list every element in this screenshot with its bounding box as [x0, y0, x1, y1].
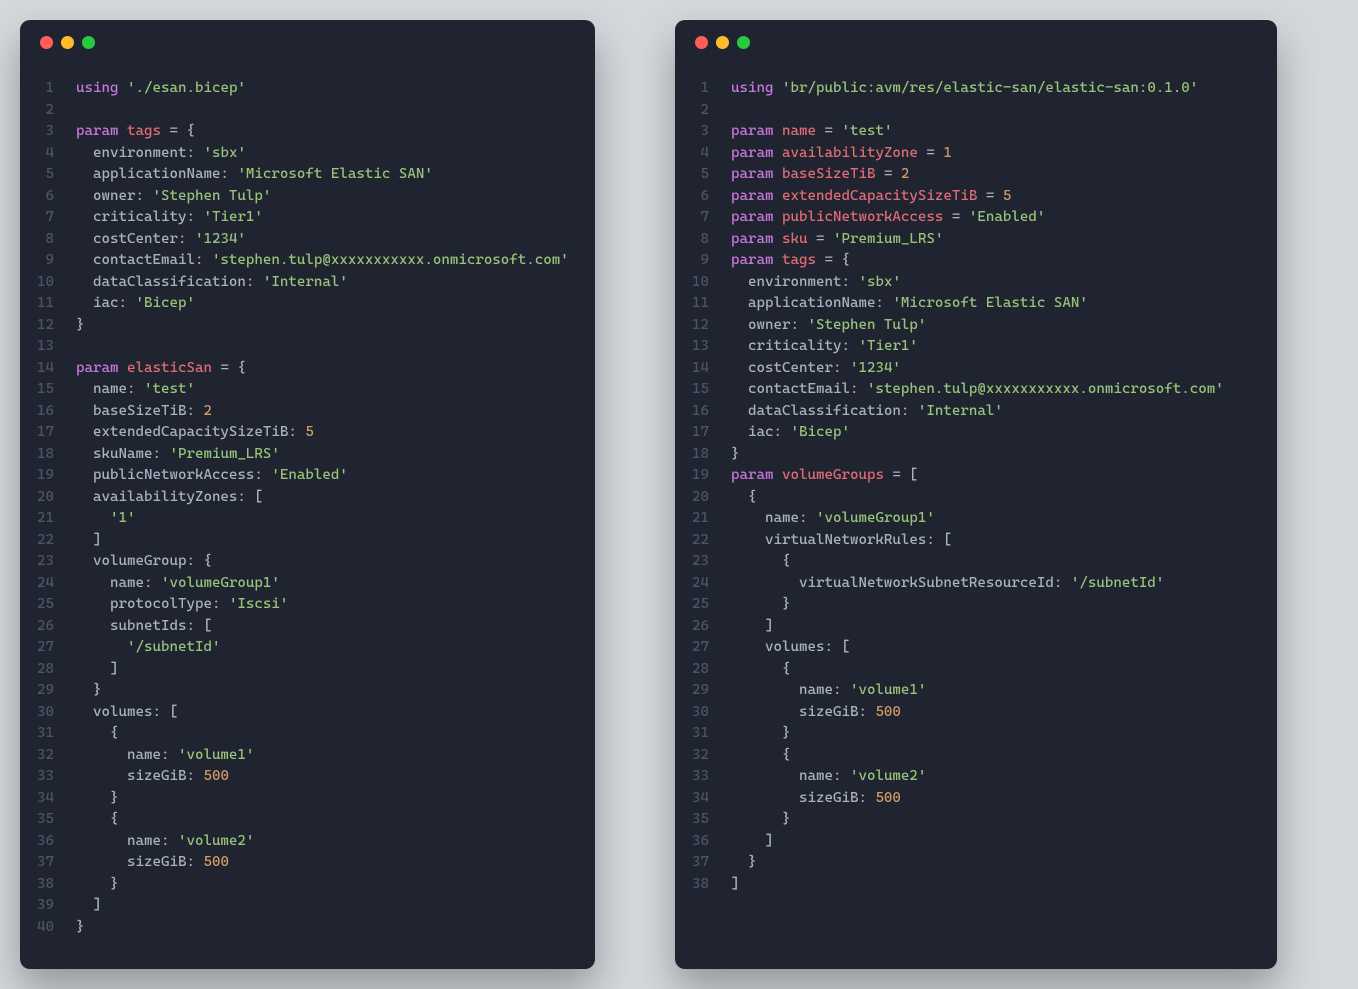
code-window-left: 1 2 3 4 5 6 7 8 9 10 11 12 13 14 15 16 1…: [20, 20, 595, 969]
maximize-icon[interactable]: [737, 36, 750, 49]
code-content[interactable]: using 'br/public:avm/res/elastic-san/ela…: [731, 78, 1224, 895]
maximize-icon[interactable]: [82, 36, 95, 49]
code-window-right: 1 2 3 4 5 6 7 8 9 10 11 12 13 14 15 16 1…: [675, 20, 1277, 969]
close-icon[interactable]: [695, 36, 708, 49]
minimize-icon[interactable]: [61, 36, 74, 49]
minimize-icon[interactable]: [716, 36, 729, 49]
code-content[interactable]: using './esan.bicep' param tags = { envi…: [76, 78, 569, 938]
line-number-gutter: 1 2 3 4 5 6 7 8 9 10 11 12 13 14 15 16 1…: [675, 78, 731, 895]
titlebar: [20, 20, 595, 64]
editor-area[interactable]: 1 2 3 4 5 6 7 8 9 10 11 12 13 14 15 16 1…: [20, 64, 595, 962]
line-number-gutter: 1 2 3 4 5 6 7 8 9 10 11 12 13 14 15 16 1…: [20, 78, 76, 938]
close-icon[interactable]: [40, 36, 53, 49]
editor-area[interactable]: 1 2 3 4 5 6 7 8 9 10 11 12 13 14 15 16 1…: [675, 64, 1277, 919]
titlebar: [675, 20, 1277, 64]
